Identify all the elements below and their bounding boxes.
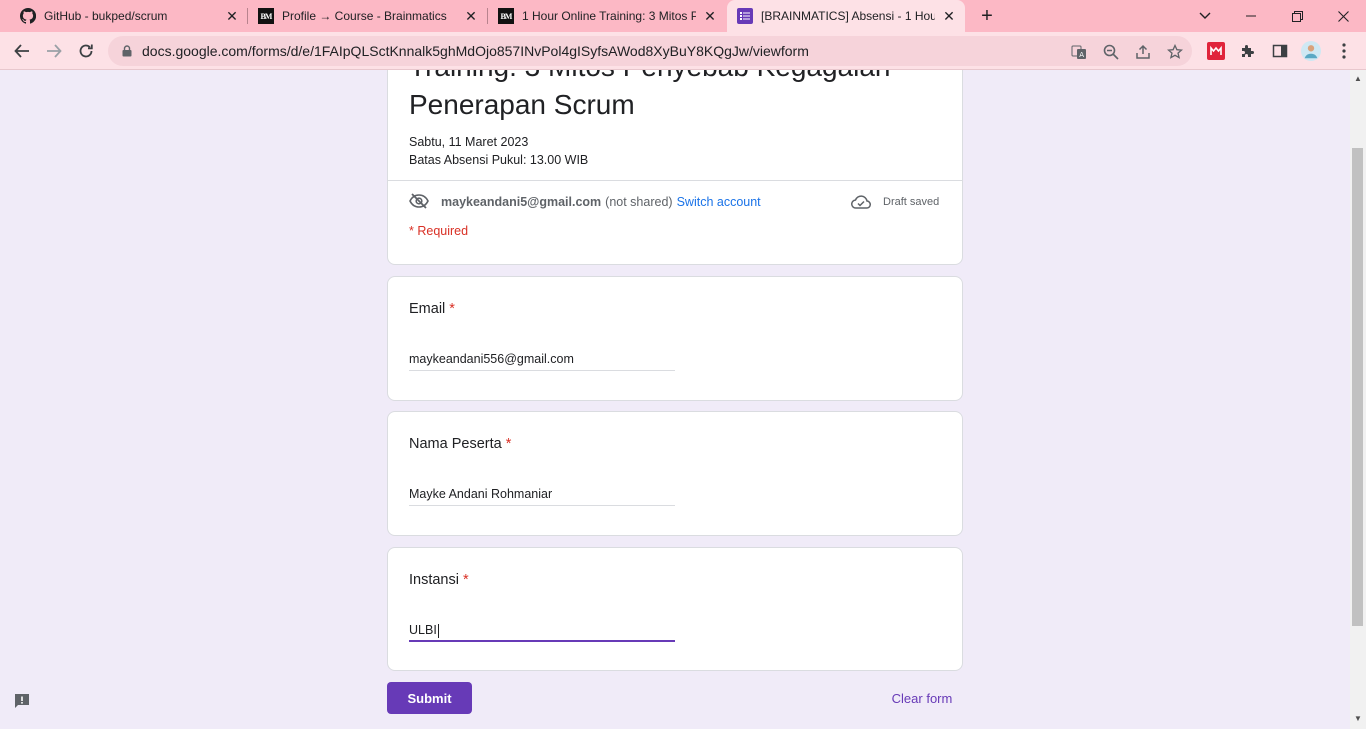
tab-brainmatics-profile[interactable]: BM Profile → Course - Brainmatics ✕ — [248, 0, 487, 32]
bm-icon: BM — [498, 8, 514, 24]
forms-icon — [737, 8, 753, 24]
account-row: maykeandani5@gmail.com (not shared) Swit… — [409, 192, 761, 212]
form-deadline: Batas Absensi Pukul: 13.00 WIB — [409, 153, 589, 167]
tab-title: GitHub - bukped/scrum — [44, 9, 168, 23]
tab-absensi-form[interactable]: [BRAINMATICS] Absensi - 1 Hour ✕ — [727, 0, 965, 32]
submit-button[interactable]: Submit — [387, 682, 472, 714]
github-icon — [20, 8, 36, 24]
tab-title: [BRAINMATICS] Absensi - 1 Hour — [761, 9, 935, 23]
close-window-button[interactable] — [1320, 0, 1366, 32]
form-date: Sabtu, 11 Maret 2023 — [409, 135, 529, 149]
svg-text:A: A — [1079, 51, 1084, 59]
tab-github[interactable]: GitHub - bukped/scrum ✕ — [0, 0, 248, 32]
account-email: maykeandani5@gmail.com — [441, 195, 602, 209]
side-panel-icon[interactable] — [1270, 41, 1290, 61]
form-header-card: Training: 3 Mitos Penyebab Kegagalan Pen… — [387, 70, 963, 265]
form-title: Training: 3 Mitos Penyebab Kegagalan Pen… — [409, 70, 949, 124]
forward-button[interactable] — [40, 37, 68, 65]
required-note: * Required — [409, 224, 469, 238]
tab-title: 1 Hour Online Training: 3 Mitos P — [522, 9, 696, 23]
cloud-done-icon — [851, 195, 871, 209]
switch-account-link[interactable]: Switch account — [677, 195, 761, 209]
tab-title: Profile → Course - Brainmatics — [282, 9, 447, 23]
scroll-up-icon[interactable]: ▲ — [1353, 74, 1363, 84]
restore-icon — [1291, 10, 1303, 22]
question-card-nama-peserta: Nama Peserta * Mayke Andani Rohmaniar — [387, 411, 963, 536]
browser-toolbar: docs.google.com/forms/d/e/1FAIpQLSctKnna… — [0, 32, 1366, 70]
close-icon[interactable]: ✕ — [702, 8, 718, 24]
close-icon[interactable]: ✕ — [463, 8, 479, 24]
zoom-icon[interactable] — [1102, 43, 1120, 61]
tab-training-mitos[interactable]: BM 1 Hour Online Training: 3 Mitos P ✕ — [488, 0, 726, 32]
profile-avatar[interactable] — [1301, 41, 1321, 61]
question-card-instansi: Instansi * ULBI — [387, 547, 963, 671]
required-asterisk: * — [505, 436, 512, 452]
email-field[interactable]: maykeandani556@gmail.com — [409, 349, 675, 371]
question-card-email: Email * maykeandani556@gmail.com — [387, 276, 963, 401]
url-text[interactable]: docs.google.com/forms/d/e/1FAIpQLSctKnna… — [142, 43, 809, 59]
reload-button[interactable] — [72, 37, 100, 65]
arrow-left-icon — [14, 44, 29, 58]
text-caret — [437, 623, 439, 638]
question-title: Email * — [409, 301, 455, 317]
draft-saved-text: Draft saved — [883, 196, 940, 208]
scroll-down-icon[interactable]: ▼ — [1353, 714, 1363, 724]
address-bar[interactable]: docs.google.com/forms/d/e/1FAIpQLSctKnna… — [108, 36, 1192, 66]
nama-peserta-field[interactable]: Mayke Andani Rohmaniar — [409, 484, 675, 506]
close-icon — [1337, 10, 1349, 22]
required-asterisk: * — [462, 572, 469, 588]
draft-status: Draft saved — [851, 192, 939, 212]
clear-form-button[interactable]: Clear form — [882, 682, 962, 714]
tab-search-button[interactable] — [1182, 0, 1228, 32]
form-title-line-2: Penerapan Scrum — [409, 89, 635, 120]
close-icon[interactable]: ✕ — [941, 8, 957, 24]
new-tab-button[interactable]: + — [976, 5, 998, 27]
question-label: Instansi — [409, 572, 459, 588]
bm-icon: BM — [258, 8, 274, 24]
form-title-line-1: Training: 3 Mitos Penyebab Kegagalan — [409, 70, 949, 86]
eye-off-icon — [409, 192, 429, 212]
question-title: Nama Peserta * — [409, 436, 511, 452]
minimize-button[interactable] — [1228, 0, 1274, 32]
more-menu-icon[interactable] — [1334, 41, 1354, 61]
instansi-field[interactable]: ULBI — [409, 620, 675, 642]
feedback-icon[interactable] — [12, 691, 32, 711]
restore-button[interactable] — [1274, 0, 1320, 32]
translate-icon[interactable]: A — [1070, 43, 1088, 61]
form-page: Training: 3 Mitos Penyebab Kegagalan Pen… — [0, 70, 1350, 729]
scroll-thumb[interactable] — [1352, 148, 1363, 626]
not-shared-label: (not shared) — [605, 195, 673, 209]
required-asterisk: * — [449, 301, 455, 317]
chevron-down-icon — [1199, 12, 1211, 19]
question-label: Nama Peserta — [409, 436, 502, 452]
instansi-value: ULBI — [409, 623, 437, 637]
arrow-right-icon — [47, 44, 62, 58]
share-icon[interactable] — [1134, 43, 1152, 61]
tab-strip: GitHub - bukped/scrum ✕ BM Profile → Cou… — [0, 0, 1366, 32]
extensions-puzzle-icon[interactable] — [1238, 41, 1258, 61]
question-label: Email — [409, 301, 446, 317]
question-title: Instansi * — [409, 572, 469, 588]
close-icon[interactable]: ✕ — [224, 8, 240, 24]
divider — [388, 180, 962, 181]
back-button[interactable] — [8, 37, 36, 65]
minimize-icon — [1246, 15, 1256, 17]
extension-red-icon[interactable] — [1206, 41, 1226, 61]
lock-icon[interactable] — [120, 44, 134, 58]
bookmark-star-icon[interactable] — [1166, 43, 1184, 61]
reload-icon — [79, 44, 93, 58]
page-scrollbar[interactable]: ▲ ▼ — [1350, 70, 1366, 729]
